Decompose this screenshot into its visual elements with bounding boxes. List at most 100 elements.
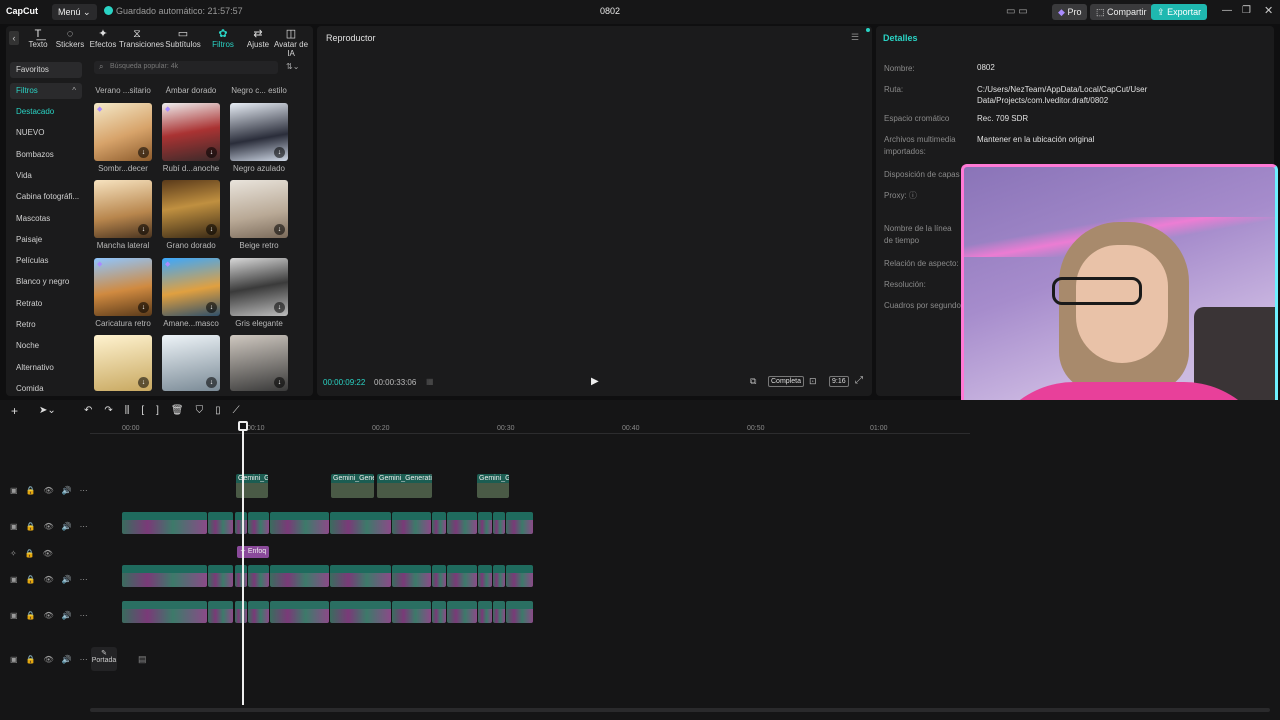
video-clip[interactable]: 2026-08-01 16-50 (506, 512, 533, 534)
video-clip[interactable]: 00:00 (208, 512, 233, 534)
gemini-clip[interactable]: Gemini_G (236, 474, 268, 498)
video-clip[interactable]: 2026-08-01 16-50-21.mp4 (122, 512, 207, 534)
sidebar-item[interactable]: Blanco y negro (10, 274, 82, 290)
video-clip[interactable]: 2026-08-01 16-50 (478, 512, 492, 534)
video-clip[interactable]: 2026-08-01 16-50 (447, 565, 477, 587)
video-clip[interactable]: 2026-08-01 16-50 (235, 512, 247, 534)
edit-tools[interactable]: ↶↷⫼[]🗑⛉▯⟋ (84, 405, 252, 416)
restore-icon[interactable]: ❐ (1242, 5, 1251, 16)
filter-thumb[interactable]: ↓ (162, 180, 220, 238)
filter-thumb[interactable]: ↓ (162, 335, 220, 391)
filter-clip[interactable]: Filtros (447, 601, 477, 623)
download-icon[interactable]: ↓ (138, 147, 149, 158)
video-clip[interactable]: 2026-08-01 16-50 (330, 565, 391, 587)
sidebar-item[interactable]: Noche (10, 338, 82, 354)
track-controls-3[interactable]: ✧🔒👁 (10, 549, 61, 558)
video-clip[interactable]: 2026-08-01 16-50 (270, 565, 329, 587)
pro-button[interactable]: ◆ Pro (1052, 4, 1088, 20)
sidebar-item[interactable]: Retro (10, 317, 82, 333)
filter-thumb[interactable]: ◆ ↓ (162, 103, 220, 161)
video-clip[interactable]: 00:00 (208, 565, 233, 587)
filter-thumb[interactable]: ↓ (230, 258, 288, 316)
playhead[interactable] (242, 423, 244, 705)
crop-icon[interactable]: ⧉ (750, 376, 756, 387)
share-button[interactable]: ⬚ Compartir (1090, 4, 1153, 20)
playhead-handle[interactable] (238, 421, 248, 431)
add-track-icon[interactable]: + (11, 404, 18, 418)
aspect-button[interactable]: 9:16 (829, 376, 849, 387)
video-clip[interactable]: 2026-08-01 16-50 (330, 512, 391, 534)
sidebar-item[interactable]: NUEVO (10, 125, 82, 141)
sidebar-item[interactable]: Alternativo (10, 360, 82, 376)
filter-thumb[interactable]: ↓ (230, 103, 288, 161)
sidebar-item[interactable]: Mascotas (10, 211, 82, 227)
sidebar-item[interactable]: Paisaje (10, 232, 82, 248)
filter-clip[interactable]: Filtros (122, 601, 207, 623)
filter-thumb[interactable]: ◆ ↓ (94, 258, 152, 316)
tab-transiciones[interactable]: ⧖ Transiciones (119, 28, 164, 49)
video-clip[interactable]: 2026-08-01 16-50 (392, 565, 431, 587)
tab-filtros[interactable]: ✿ Filtros (205, 28, 241, 49)
collapse-left-icon[interactable]: ‹ (9, 31, 19, 45)
track-controls-6[interactable]: ▣🔒👁🔊⋯ (10, 655, 96, 664)
download-icon[interactable]: ↓ (206, 147, 217, 158)
player-menu-icon[interactable]: ☰ (851, 32, 859, 43)
filter-clip[interactable]: Filtros (506, 601, 533, 623)
sidebar-item[interactable]: Bombazos (10, 147, 82, 163)
download-icon[interactable]: ↓ (138, 302, 149, 313)
video-clip[interactable]: 2026-08-01 16-50 (432, 512, 446, 534)
video-clip[interactable]: 2026-08-01 16-50 (235, 565, 247, 587)
video-clip[interactable]: 2026-08-01 16-50 (270, 512, 329, 534)
fit-icon[interactable]: ⊡ (809, 376, 817, 387)
download-icon[interactable]: ↓ (206, 224, 217, 235)
sidebar-item[interactable]: Retrato (10, 296, 82, 312)
select-tool-icon[interactable]: ➤⌄ (39, 405, 56, 416)
gemini-clip[interactable]: Gemini_Generati (377, 474, 432, 498)
filter-thumb[interactable]: ◆ ↓ (162, 258, 220, 316)
filter-clip[interactable]: Filtros (392, 601, 431, 623)
filter-thumb[interactable]: ↓ (230, 180, 288, 238)
filter-clip[interactable]: Filtros (270, 601, 329, 623)
export-button[interactable]: ⇪ Exportar (1151, 4, 1208, 20)
tab-texto[interactable]: T͟ Texto (20, 28, 56, 49)
filter-thumb[interactable]: ↓ (230, 335, 288, 391)
video-clip[interactable]: 2026-08-01 16-50 (493, 512, 505, 534)
video-clip[interactable]: 2026-08-01 16-50 (248, 565, 269, 587)
filter-thumb[interactable]: ◆ ↓ (94, 103, 152, 161)
video-clip[interactable]: 2026-08-01 16-50-21.mp4 (122, 565, 207, 587)
video-clip[interactable]: 2026-08-01 16-50 (493, 565, 505, 587)
close-icon[interactable]: ✕ (1264, 4, 1273, 17)
filter-thumb[interactable]: ↓ (94, 335, 152, 391)
sidebar-item[interactable]: Comida (10, 381, 82, 397)
gemini-clip[interactable]: Gemini_Gene (331, 474, 374, 498)
download-icon[interactable]: ↓ (206, 302, 217, 313)
gemini-clip[interactable]: Gemini_G (477, 474, 509, 498)
video-clip[interactable]: 2026-08-01 16-50 (432, 565, 446, 587)
filter-clip[interactable]: Filtros (235, 601, 247, 623)
track-controls-5[interactable]: ▣🔒👁🔊⋯ (10, 611, 96, 620)
filter-thumb[interactable]: ↓ (94, 180, 152, 238)
sidebar-filters[interactable]: Filtros ^ (10, 83, 82, 99)
track-controls-2[interactable]: ▣🔒👁🔊⋯ (10, 522, 96, 531)
download-icon[interactable]: ↓ (274, 377, 285, 388)
video-clip[interactable]: 2026-08-01 16-50 (506, 565, 533, 587)
menu-button[interactable]: Menú ⌄ (52, 4, 97, 20)
video-clip[interactable]: 2026-08-01 16-50 (248, 512, 269, 534)
download-icon[interactable]: ↓ (138, 224, 149, 235)
filter-clip[interactable]: Filtros (330, 601, 391, 623)
tab-subtítulos[interactable]: ▭ Subtítulos (165, 28, 201, 49)
sidebar-favorites[interactable]: Favoritos (10, 62, 82, 78)
download-icon[interactable]: ↓ (206, 377, 217, 388)
download-icon[interactable]: ↓ (274, 147, 285, 158)
sidebar-item[interactable]: Vida (10, 168, 82, 184)
sidebar-item[interactable]: Cabina fotográfi... (10, 189, 82, 205)
minimize-icon[interactable]: — (1222, 5, 1232, 16)
download-icon[interactable]: ↓ (138, 377, 149, 388)
search-input[interactable]: ⌕ Búsqueda popular: 4k (94, 61, 278, 74)
track-controls-1[interactable]: ▣🔒👁🔊⋯ (10, 486, 96, 495)
download-icon[interactable]: ↓ (274, 302, 285, 313)
ratio-button[interactable]: Completa (768, 376, 804, 387)
filter-clip[interactable]: Filtros (478, 601, 492, 623)
layout-icon[interactable]: ▭ ▭ (1006, 6, 1028, 17)
video-clip[interactable]: 2026-08-01 16-50 (392, 512, 431, 534)
